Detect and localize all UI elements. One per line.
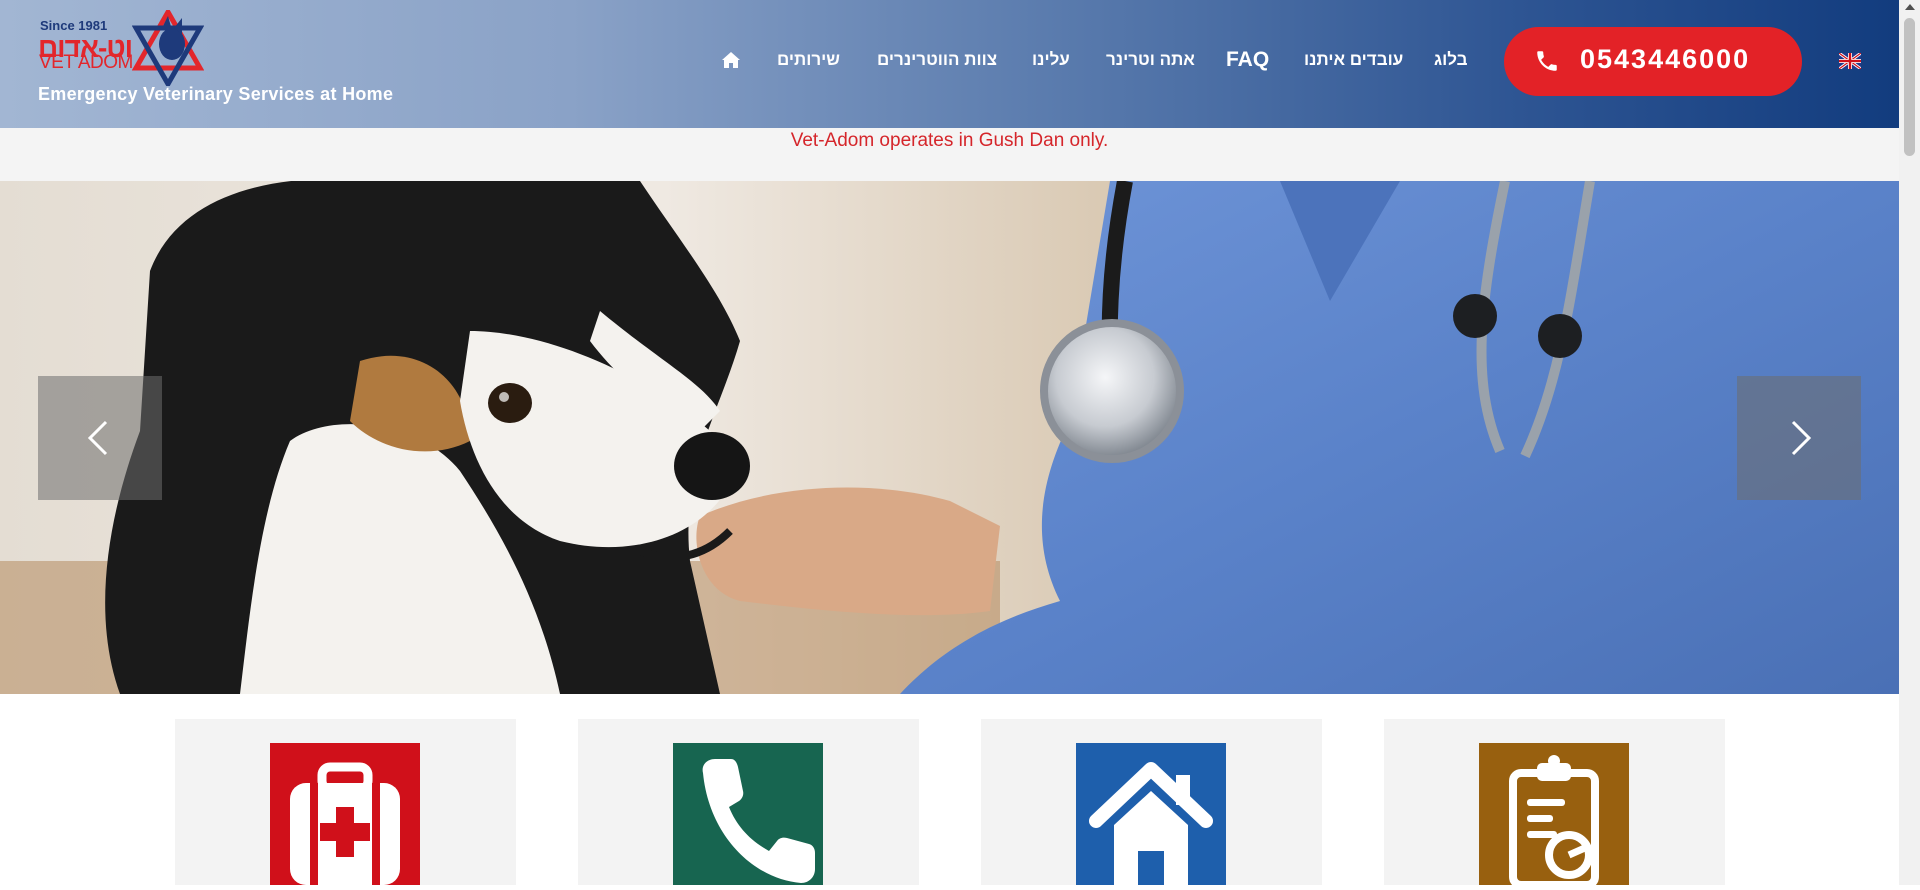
phone-number: 0543446000 (1580, 44, 1751, 74)
nav-item-faq[interactable]: FAQ (1226, 48, 1269, 72)
nav-item-you-vet[interactable]: אתה וטרינר (1106, 50, 1195, 70)
star-of-david-icon (132, 10, 204, 86)
nav-item-careers[interactable]: עובדים איתנו (1304, 50, 1403, 70)
feature-card-emergency[interactable] (175, 719, 516, 885)
vet-adom-logo[interactable]: Since 1981 וט-אדום VET ADOM (36, 10, 206, 90)
hero-image (0, 181, 1899, 694)
nav-item-blog[interactable]: בלוג (1434, 50, 1468, 70)
uk-flag-icon[interactable] (1839, 53, 1861, 69)
house-icon (1076, 743, 1226, 885)
logo-since-text: Since 1981 (40, 18, 108, 33)
home-icon[interactable] (721, 51, 741, 69)
chevron-left-icon (87, 420, 108, 456)
feature-card-medical-records[interactable] (1384, 719, 1725, 889)
scroll-thumb[interactable] (1904, 18, 1915, 156)
hero-slider (0, 181, 1899, 694)
slider-next-button[interactable] (1737, 376, 1861, 500)
service-area-notice: Vet-Adom operates in Gush Dan only. (0, 128, 1899, 181)
notice-text: Vet-Adom operates in Gush Dan only. (790, 130, 1109, 151)
chevron-right-icon (1791, 420, 1812, 456)
scroll-up-icon[interactable] (1905, 4, 1915, 10)
feature-card-home-visit[interactable] (981, 719, 1322, 885)
medical-kit-icon (270, 743, 420, 885)
nav-item-about[interactable]: עלינו (1032, 50, 1070, 70)
clipboard-icon (1479, 743, 1629, 889)
phone-icon (673, 743, 823, 885)
phone-icon (1537, 51, 1557, 71)
page-scrollbar[interactable] (1899, 0, 1920, 885)
feature-card-phone[interactable] (578, 719, 919, 885)
site-header: Since 1981 וט-אדום VET ADOM Emergency Ve… (0, 0, 1899, 128)
call-phone-button[interactable]: 0543446000 (1504, 27, 1802, 96)
nav-item-vet-team[interactable]: צוות הווטרינרים (877, 50, 997, 70)
site-tagline: Emergency Veterinary Services at Home (38, 84, 394, 104)
slider-prev-button[interactable] (38, 376, 162, 500)
nav-item-services[interactable]: שירותים (777, 50, 840, 70)
logo-english-name: VET ADOM (39, 52, 133, 73)
